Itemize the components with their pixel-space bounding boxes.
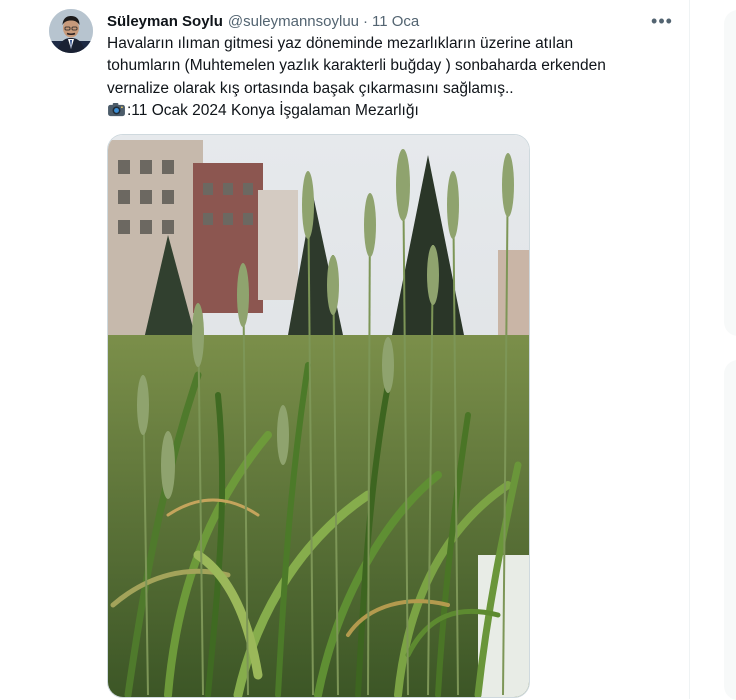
tweet-line: Havaların ılıman gitmesi yaz döneminde m… <box>107 35 574 52</box>
camera-icon <box>108 103 125 117</box>
tweet-date[interactable]: 11 Oca <box>372 13 419 30</box>
more-options-button[interactable]: ••• <box>651 11 673 31</box>
tweet-line: vernalize olarak kış ortasında başak çık… <box>107 79 514 97</box>
wheat-photo <box>108 135 529 697</box>
tweet-line-text: :11 Ocak 2024 Konya İşgalaman Mezarlığı <box>127 102 419 120</box>
dot-separator: · <box>363 12 369 30</box>
tweet-line: tohumların (Muhtemelen yazlık karakterli… <box>107 57 606 75</box>
more-options-icon: ••• <box>651 11 673 31</box>
tweet-line-with-icon: :11 Ocak 2024 Konya İşgalaman Mezarlığı <box>107 100 667 122</box>
sidebar-card-bottom <box>724 360 736 700</box>
left-gutter <box>0 0 33 699</box>
sidebar-card-top <box>724 10 736 336</box>
tweet-text: Havaların ılıman gitmesi yaz döneminde m… <box>107 33 667 123</box>
avatar[interactable] <box>49 9 93 53</box>
author-handle[interactable]: @suleymannsoyluu <box>228 13 359 30</box>
author-name[interactable]: Süleyman Soylu <box>107 13 223 30</box>
avatar-image <box>49 9 93 53</box>
tweet-photo[interactable] <box>107 134 530 698</box>
tweet-header: Süleyman Soylu @suleymannsoyluu · 11 Oca <box>107 11 419 31</box>
